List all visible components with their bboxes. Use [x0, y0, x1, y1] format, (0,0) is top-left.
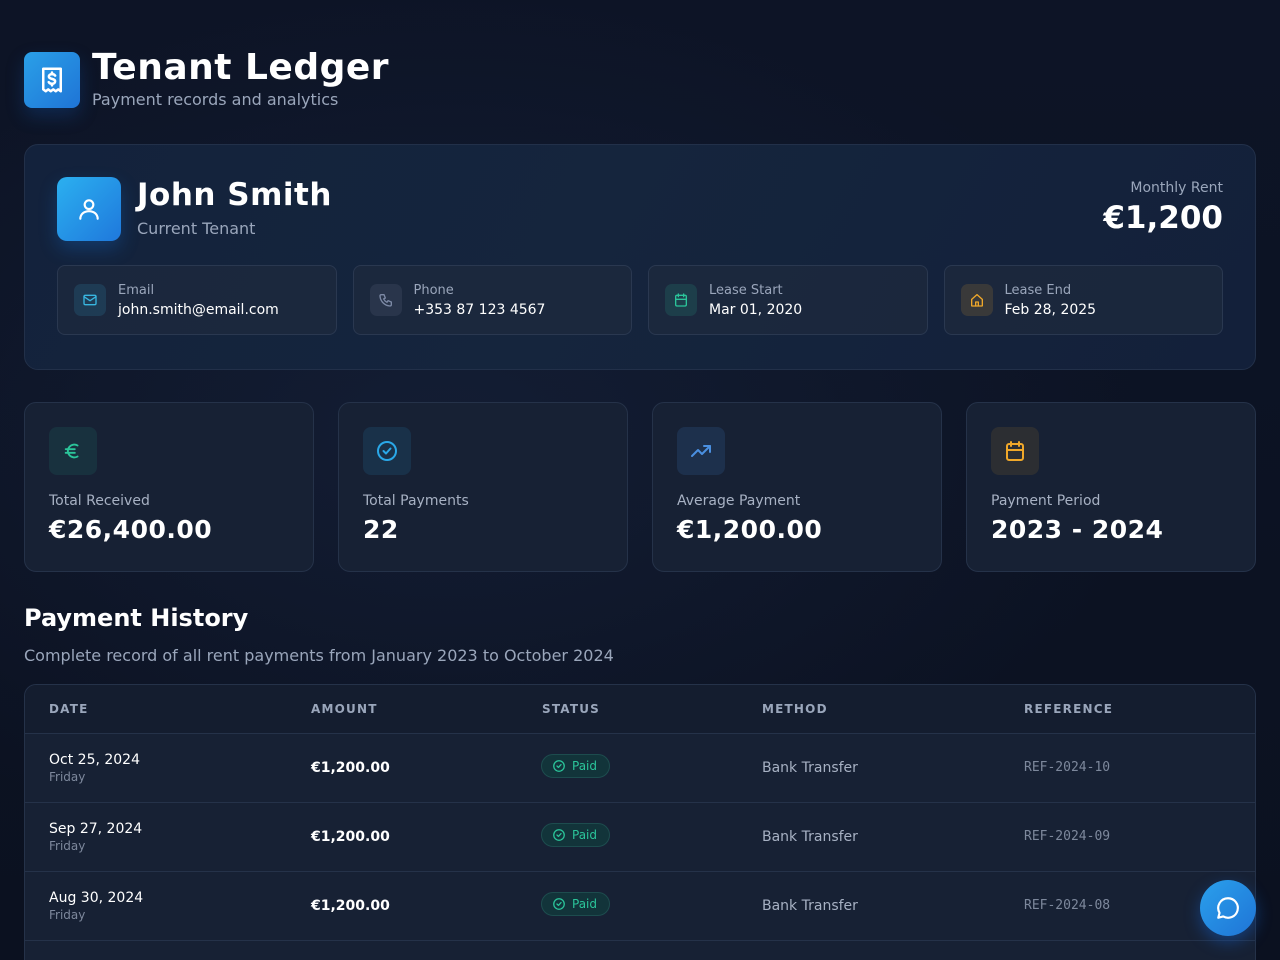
stats-row: Total Received €26,400.00 Total Payments…	[24, 402, 1256, 572]
info-value-lease-end: Feb 28, 2025	[1004, 301, 1097, 318]
stat-total-received: Total Received €26,400.00	[24, 402, 314, 572]
app-title: Tenant Ledger	[92, 47, 390, 88]
column-header-status[interactable]: STATUS	[542, 702, 600, 716]
check-circle-icon	[553, 898, 565, 910]
chat-bubble-icon	[1217, 897, 1239, 919]
row-method: Bank Transfer	[762, 898, 858, 914]
row-amount: €1,200.00	[311, 829, 390, 845]
stat-value: 2023 - 2024	[991, 515, 1164, 544]
table-row[interactable]: Sep 27, 2024 Friday €1,200.00 Paid Bank …	[25, 803, 1255, 872]
stat-label: Payment Period	[991, 493, 1101, 509]
info-label: Email	[118, 282, 155, 298]
info-lease-start: Lease Start Mar 01, 2020	[648, 265, 928, 335]
row-date: Oct 25, 2024	[49, 752, 140, 768]
status-badge: Paid	[541, 892, 611, 916]
stat-average-payment: Average Payment €1,200.00	[652, 402, 942, 572]
tenant-name: John Smith	[137, 177, 332, 213]
row-method: Bank Transfer	[762, 760, 858, 776]
user-icon	[57, 177, 121, 241]
mail-icon	[74, 284, 106, 316]
table-header: DATE AMOUNT STATUS METHOD REFERENCE	[25, 685, 1255, 734]
check-circle-icon	[553, 760, 565, 772]
row-method: Bank Transfer	[762, 829, 858, 845]
info-label: Lease Start	[709, 282, 783, 298]
info-value-lease-start: Mar 01, 2020	[709, 301, 803, 318]
column-header-reference[interactable]: REFERENCE	[1024, 702, 1113, 716]
stat-value: €26,400.00	[49, 515, 213, 544]
table-row[interactable]: Aug 30, 2024 Friday €1,200.00 Paid Bank …	[25, 872, 1255, 941]
payment-table: DATE AMOUNT STATUS METHOD REFERENCE Oct …	[24, 684, 1256, 960]
info-phone: Phone +353 87 123 4567	[352, 265, 632, 335]
stat-label: Total Received	[49, 493, 150, 509]
row-reference: REF-2024-08	[1024, 898, 1111, 913]
history-subtitle: Complete record of all rent payments fro…	[24, 646, 614, 665]
check-circle-icon	[363, 427, 411, 475]
app-subtitle: Payment records and analytics	[92, 90, 339, 109]
stat-label: Average Payment	[677, 493, 801, 509]
calendar-icon	[665, 284, 697, 316]
info-value-email[interactable]: john.smith@email.com	[118, 302, 279, 318]
info-label: Phone	[413, 282, 454, 298]
stat-value: €1,200.00	[677, 515, 823, 544]
info-lease-end: Lease End Feb 28, 2025	[943, 265, 1223, 335]
tenant-info-row: Email john.smith@email.com Phone +353 87…	[57, 265, 1223, 337]
app-header: Tenant Ledger Payment records and analyt…	[24, 47, 389, 112]
stat-value: 22	[363, 515, 399, 544]
status-label: Paid	[572, 759, 598, 773]
status-badge: Paid	[541, 823, 611, 847]
table-row[interactable]: Oct 25, 2024 Friday €1,200.00 Paid Bank …	[25, 734, 1255, 803]
status-label: Paid	[572, 897, 598, 911]
info-email: Email john.smith@email.com	[57, 265, 337, 335]
calendar-icon	[991, 427, 1039, 475]
euro-icon	[49, 427, 97, 475]
row-reference: REF-2024-10	[1024, 760, 1111, 775]
monthly-rent-label: Monthly Rent	[1130, 180, 1223, 196]
home-icon	[960, 284, 993, 316]
stat-total-payments: Total Payments 22	[338, 402, 628, 572]
phone-icon	[369, 284, 402, 316]
status-badge: Paid	[541, 754, 611, 778]
info-value-phone[interactable]: +353 87 123 4567	[414, 302, 546, 318]
column-header-date[interactable]: DATE	[49, 702, 89, 716]
trending-up-icon	[677, 427, 725, 475]
row-day: Friday	[49, 770, 86, 784]
receipt-dollar-icon	[24, 52, 80, 108]
tenant-role: Current Tenant	[137, 219, 256, 238]
column-header-method[interactable]: METHOD	[762, 702, 828, 716]
chat-button[interactable]	[1200, 880, 1256, 936]
row-amount: €1,200.00	[311, 760, 390, 776]
info-label: Lease End	[1004, 282, 1072, 298]
row-day: Friday	[49, 839, 86, 853]
stat-label: Total Payments	[363, 493, 469, 509]
row-amount: €1,200.00	[311, 898, 390, 914]
page: Tenant Ledger Payment records and analyt…	[24, 0, 1256, 960]
tenant-card: John Smith Current Tenant Monthly Rent €…	[24, 144, 1256, 370]
check-circle-icon	[553, 829, 565, 841]
row-day: Friday	[49, 908, 86, 922]
history-title: Payment History	[24, 604, 249, 632]
row-date: Sep 27, 2024	[49, 821, 143, 837]
status-label: Paid	[572, 828, 598, 842]
row-reference: REF-2024-09	[1024, 829, 1111, 844]
monthly-rent-value: €1,200	[1103, 200, 1223, 236]
column-header-amount[interactable]: AMOUNT	[311, 702, 378, 716]
stat-payment-period: Payment Period 2023 - 2024	[966, 402, 1256, 572]
row-date: Aug 30, 2024	[49, 890, 144, 906]
